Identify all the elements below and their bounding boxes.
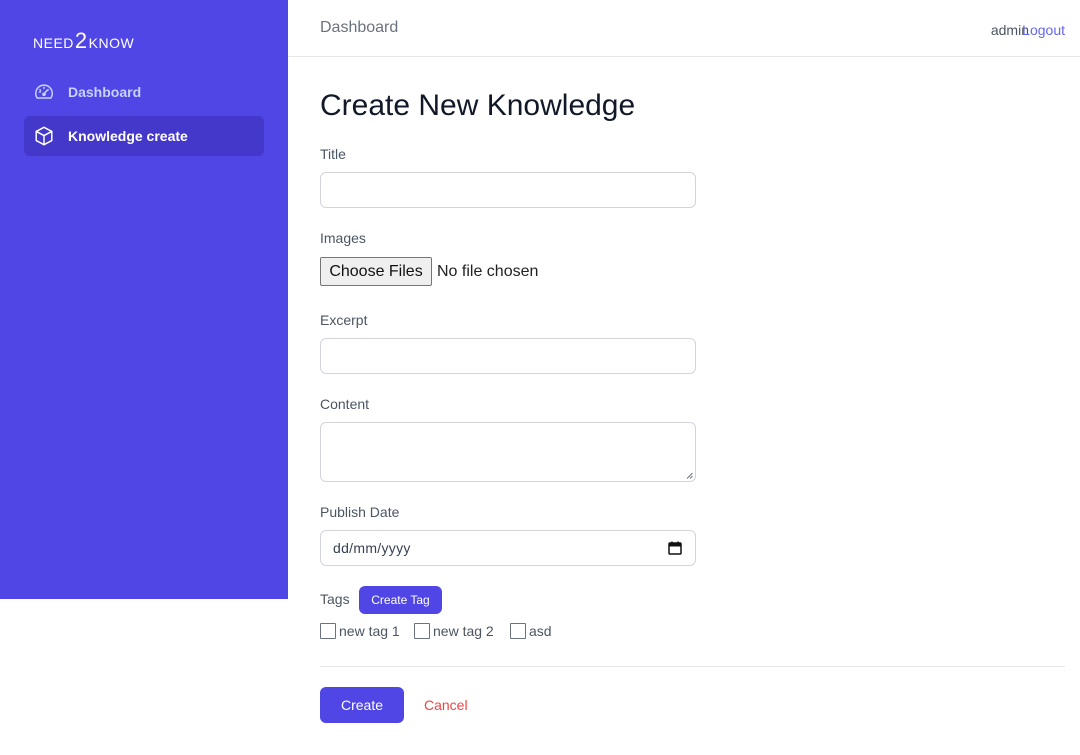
gauge-icon <box>33 81 55 103</box>
excerpt-label: Excerpt <box>320 312 368 328</box>
tag-checkbox[interactable]: new tag 2 <box>414 623 494 639</box>
tags-label: Tags <box>320 591 350 607</box>
logout-link[interactable]: Logout <box>1022 22 1065 38</box>
page-title: Create New Knowledge <box>320 89 636 122</box>
checkbox[interactable] <box>320 623 336 639</box>
cancel-button[interactable]: Cancel <box>424 697 468 713</box>
brand-logo[interactable]: NEED 2 KNOW <box>33 28 134 54</box>
checkbox[interactable] <box>510 623 526 639</box>
create-button[interactable]: Create <box>320 687 404 723</box>
tag-checkbox[interactable]: asd <box>510 623 552 639</box>
file-status: No file chosen <box>437 263 539 280</box>
tag-label: new tag 1 <box>339 623 400 639</box>
top-bar: Dashboard admin Logout <box>288 0 1080 57</box>
brand-number: 2 <box>74 28 88 53</box>
publish-date-label: Publish Date <box>320 504 400 520</box>
tag-checkbox[interactable]: new tag 1 <box>320 623 400 639</box>
tag-label: asd <box>529 623 552 639</box>
breadcrumb: Dashboard <box>320 19 399 36</box>
create-tag-button[interactable]: Create Tag <box>359 586 442 614</box>
resize-handle-icon[interactable] <box>686 472 693 479</box>
images-label: Images <box>320 230 366 246</box>
checkbox[interactable] <box>414 623 430 639</box>
publish-date-input[interactable]: dd/mm/yyyy <box>320 530 696 566</box>
cube-icon <box>33 125 55 147</box>
excerpt-input[interactable] <box>320 338 696 374</box>
content-textarea[interactable] <box>320 422 696 482</box>
divider <box>320 666 1065 667</box>
title-label: Title <box>320 146 346 162</box>
brand-prefix: NEED <box>33 35 74 51</box>
content-label: Content <box>320 396 370 412</box>
sidebar-item-label: Dashboard <box>68 84 142 100</box>
sidebar-item-dashboard[interactable]: Dashboard <box>24 72 264 112</box>
calendar-icon[interactable] <box>667 540 683 556</box>
sidebar-item-label: Knowledge create <box>68 128 188 144</box>
date-placeholder: dd/mm/yyyy <box>333 540 411 556</box>
brand-suffix: KNOW <box>88 35 135 51</box>
sidebar: NEED 2 KNOW Dashboard Knowledge create <box>0 0 288 599</box>
tag-label: new tag 2 <box>433 623 494 639</box>
choose-files-button[interactable]: Choose Files <box>320 257 432 286</box>
title-input[interactable] <box>320 172 696 208</box>
sidebar-item-knowledge-create[interactable]: Knowledge create <box>24 116 264 156</box>
